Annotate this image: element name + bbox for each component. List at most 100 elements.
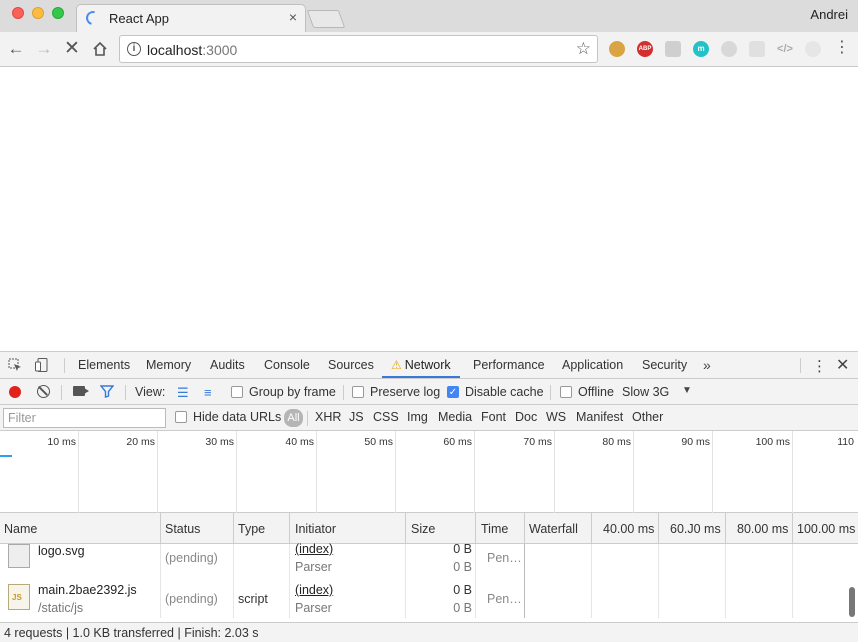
type-filter-img[interactable]: Img <box>407 410 428 424</box>
type-filter-font[interactable]: Font <box>481 410 506 424</box>
more-tabs-icon[interactable]: » <box>703 357 711 373</box>
tab-security[interactable]: Security <box>642 352 687 378</box>
type-filter-doc[interactable]: Doc <box>515 410 537 424</box>
type-filter-ws[interactable]: WS <box>546 410 566 424</box>
request-status: (pending) <box>165 592 218 606</box>
waterfall-gridline <box>591 544 592 618</box>
throttle-dropdown-icon[interactable]: ▼ <box>682 385 692 396</box>
hide-data-urls-checkbox[interactable] <box>175 411 187 423</box>
offline-checkbox[interactable] <box>560 386 572 398</box>
devtools-close-icon[interactable]: ✕ <box>836 355 849 375</box>
browser-menu-icon[interactable]: ⋮ <box>834 40 850 56</box>
site-info-icon[interactable]: i <box>127 42 141 56</box>
column-name[interactable]: Name <box>4 522 37 536</box>
record-button[interactable] <box>9 386 21 398</box>
filter-input[interactable] <box>3 408 166 428</box>
column-initiator[interactable]: Initiator <box>295 522 336 536</box>
window-minimize-button[interactable] <box>32 7 44 19</box>
column-time[interactable]: Time <box>481 522 508 536</box>
tab-console[interactable]: Console <box>264 352 310 378</box>
large-rows-icon[interactable]: ☰ <box>177 385 189 401</box>
adblock-plus-icon[interactable]: ABP <box>637 41 653 57</box>
window-zoom-button[interactable] <box>52 7 64 19</box>
grid-extension-icon[interactable] <box>749 41 765 57</box>
disable-cache-label[interactable]: Disable cache <box>465 385 544 399</box>
device-toolbar-icon[interactable] <box>35 358 49 372</box>
type-filter-media[interactable]: Media <box>438 410 472 424</box>
type-filter-xhr[interactable]: XHR <box>315 410 341 424</box>
throttle-select[interactable]: Slow 3G <box>622 385 669 399</box>
tab-performance[interactable]: Performance <box>473 352 545 378</box>
column-divider <box>524 513 525 544</box>
waterfall-divider <box>725 513 726 544</box>
browser-tab[interactable]: React App × <box>76 4 306 32</box>
inspect-element-icon[interactable] <box>8 358 22 372</box>
overview-tick-label: 30 ms <box>205 436 234 448</box>
profile-name[interactable]: Andrei <box>810 7 848 22</box>
tab-application[interactable]: Application <box>562 352 623 378</box>
type-filter-other[interactable]: Other <box>632 410 663 424</box>
column-divider <box>289 513 290 544</box>
back-arrow-icon[interactable]: ← <box>5 38 27 60</box>
preserve-log-checkbox[interactable] <box>352 386 364 398</box>
waterfall-divider <box>591 513 592 544</box>
overview-gridline <box>474 431 475 513</box>
overview-tick-label: 40 ms <box>285 436 314 448</box>
type-filter-js[interactable]: JS <box>349 410 364 424</box>
devtools-menu-icon[interactable]: ⋮ <box>812 357 827 375</box>
waterfall-tick-label: 40.00 ms <box>603 522 655 536</box>
loading-spinner-icon <box>83 8 103 28</box>
new-tab-button[interactable] <box>306 10 346 28</box>
bookmark-star-icon[interactable]: ☆ <box>576 39 591 59</box>
tab-memory[interactable]: Memory <box>146 352 191 378</box>
request-initiator[interactable]: (index) <box>295 542 333 556</box>
request-initiator-type: Parser <box>295 560 332 574</box>
m-extension-icon[interactable]: m <box>693 41 709 57</box>
offline-label[interactable]: Offline <box>578 385 614 399</box>
waterfall-divider <box>792 513 793 544</box>
request-name[interactable]: main.2bae2392.js <box>38 583 137 597</box>
url-host: localhost <box>147 42 203 58</box>
table-row[interactable]: logo.svg (pending) (index) Parser 0 B 0 … <box>0 542 858 577</box>
clear-button[interactable] <box>37 385 50 398</box>
forward-arrow-icon[interactable]: → <box>33 38 55 60</box>
type-filter-manifest[interactable]: Manifest <box>576 410 623 424</box>
preserve-log-label[interactable]: Preserve log <box>370 385 440 399</box>
home-icon[interactable] <box>89 38 111 60</box>
stop-loading-icon[interactable]: ✕ <box>61 38 83 60</box>
react-devtools-icon[interactable] <box>805 41 821 57</box>
type-filter-css[interactable]: CSS <box>373 410 399 424</box>
request-time: Pen… <box>487 592 522 606</box>
tab-sources[interactable]: Sources <box>328 352 374 378</box>
hide-data-urls-label[interactable]: Hide data URLs <box>193 410 281 424</box>
tab-network[interactable]: ⚠ Network <box>382 352 460 378</box>
address-bar[interactable]: i localhost:3000 ☆ <box>119 35 598 63</box>
capture-screenshots-icon[interactable] <box>73 386 89 396</box>
table-row[interactable]: JS main.2bae2392.js /static/js (pending)… <box>0 577 858 618</box>
url-text[interactable]: localhost:3000 <box>147 42 237 58</box>
column-type[interactable]: Type <box>238 522 265 536</box>
group-by-frame-label[interactable]: Group by frame <box>249 385 336 399</box>
requests-scrollbar[interactable] <box>849 587 855 617</box>
leaf-extension-icon[interactable] <box>721 41 737 57</box>
overview-request-bar <box>0 455 12 457</box>
network-overview[interactable]: 10 ms 20 ms 30 ms 40 ms 50 ms 60 ms 70 m… <box>0 431 858 513</box>
request-name[interactable]: logo.svg <box>38 544 85 558</box>
type-filter-all[interactable]: All <box>284 409 303 427</box>
waterfall-tick-label: 60.J0 ms <box>670 522 721 536</box>
cookie-extension-icon[interactable] <box>609 41 625 57</box>
cup-extension-icon[interactable] <box>665 41 681 57</box>
tab-close-icon[interactable]: × <box>289 9 297 25</box>
column-status[interactable]: Status <box>165 522 200 536</box>
column-waterfall[interactable]: Waterfall <box>529 522 578 536</box>
window-close-button[interactable] <box>12 7 24 19</box>
tab-audits[interactable]: Audits <box>210 352 245 378</box>
column-size[interactable]: Size <box>411 522 435 536</box>
group-by-frame-checkbox[interactable] <box>231 386 243 398</box>
filter-icon[interactable] <box>99 384 115 401</box>
disable-cache-checkbox[interactable]: ✓ <box>447 386 459 398</box>
overview-icon[interactable]: ≡ <box>204 385 212 400</box>
request-initiator[interactable]: (index) <box>295 583 333 597</box>
code-extension-icon[interactable]: </> <box>777 41 793 57</box>
tab-elements[interactable]: Elements <box>78 352 130 378</box>
